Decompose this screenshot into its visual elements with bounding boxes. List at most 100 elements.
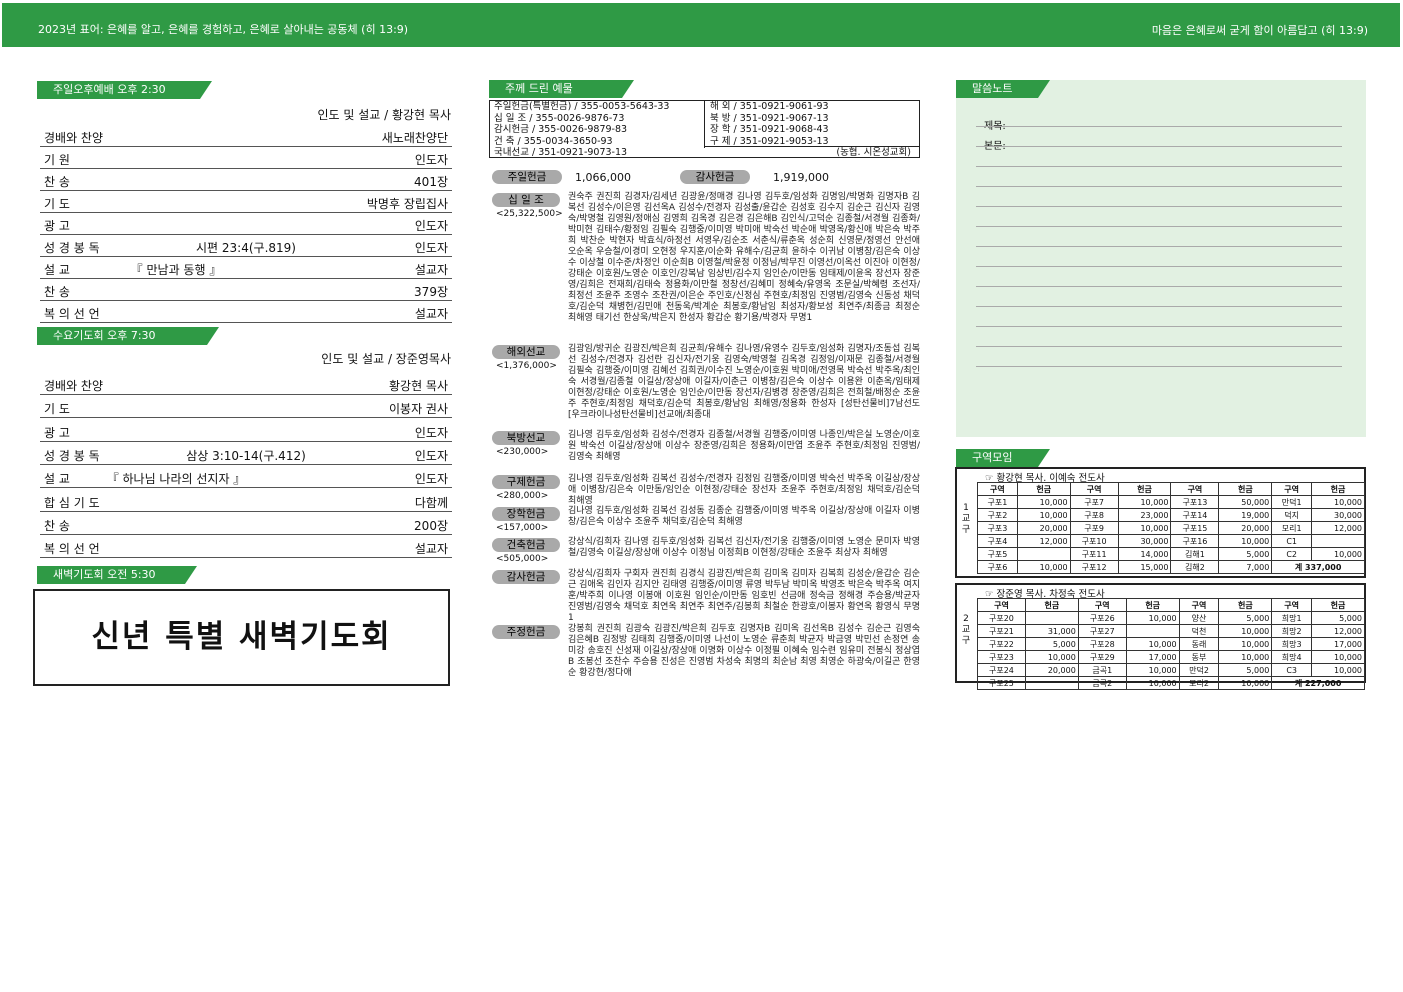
- table-row: 구포1 10,000 구포7 10,000 구포13 50,000 만덕1 10,000: [977, 495, 1365, 509]
- table-cell: 구포4: [977, 534, 1018, 548]
- table-cell: 덕천: [1178, 624, 1220, 638]
- account-line: 감시헌금 / 355-0026-9879-83: [494, 124, 628, 135]
- offering-names: 김나영 김두호/임성화 김복선 김성수/전경자 김정임 김행중/이미영 박숙선 …: [568, 474, 920, 506]
- table-cell: 만덕2: [1178, 663, 1220, 677]
- dawn-service-tag: 새벽기도회 오전 5:30: [37, 566, 197, 584]
- sunday-preacher: 인도 및 설교 / 황강현 목사: [317, 108, 451, 122]
- table-cell: 동부: [1178, 650, 1220, 664]
- table-header: 헌금: [1218, 482, 1273, 496]
- offering-names: 김광임/방귀순 김광진/박은희 김균희/유해수 김나영/유영수 김두호/임성화 …: [568, 344, 920, 420]
- account-line: 국내선교 / 351-0921-9073-13: [494, 147, 628, 158]
- note-line: [976, 186, 1342, 187]
- table-header: 구역: [1271, 598, 1313, 612]
- table-cell: 12,000: [1016, 534, 1071, 548]
- table-cell: 덕지: [1271, 508, 1313, 522]
- table-cell: 구포8: [1069, 508, 1119, 522]
- note-line: [976, 146, 1342, 147]
- table-cell: 10,000: [1016, 495, 1071, 509]
- notes-title-label: 제목:: [984, 121, 1006, 132]
- wednesday-service-tag: 수요기도회 오후 7:30: [37, 327, 219, 345]
- thanks-offering-amount: 1,919,000: [773, 171, 829, 184]
- table-cell: 10,000: [1311, 547, 1365, 561]
- thanks-offering-label: 감사헌금: [680, 170, 750, 184]
- table-cell: 만덕1: [1271, 495, 1313, 509]
- offering-label: 건축헌금: [492, 538, 560, 552]
- order-leader: 200장: [414, 518, 448, 533]
- offering-subtotal: <280,000>: [496, 491, 549, 501]
- table-cell: [1125, 624, 1180, 638]
- table-cell: 5,000: [1311, 611, 1365, 625]
- table-cell: 7,000: [1218, 560, 1273, 574]
- table-cell: 17,000: [1125, 650, 1180, 664]
- notes-tag: 말씀노트: [956, 80, 1050, 98]
- table-cell: 희망1: [1271, 611, 1313, 625]
- table-cell: 구포1: [977, 495, 1018, 509]
- order-detail: 『 하나님 나라의 선지자 』: [106, 472, 246, 487]
- sunday-offering-amount: 1,066,000: [575, 171, 631, 184]
- table-cell: 김해1: [1170, 547, 1220, 561]
- order-leader: 379장: [414, 285, 448, 299]
- table-header: 헌금: [1311, 598, 1365, 612]
- order-row: 설 교 『 만남과 동행 』 설교자: [40, 257, 452, 279]
- group1-table: 구역 헌금 구역 헌금 구역 헌금 구역 헌금 구포1 10,000 구포7 10,000 구포13 50…: [977, 482, 1365, 574]
- table-cell: 금곡1: [1077, 663, 1127, 677]
- table-header: 구역: [1178, 598, 1220, 612]
- note-line: [976, 166, 1342, 167]
- table-row: 구포4 12,000 구포10 30,000 구포16 10,000 C1: [977, 534, 1365, 548]
- table-cell: 5,000: [1218, 663, 1273, 677]
- order-row: 복 의 선 언 설교자: [40, 536, 452, 559]
- table-cell: 양산: [1178, 611, 1220, 625]
- table-cell: 희망2: [1271, 624, 1313, 638]
- order-leader: 인도자: [414, 241, 448, 255]
- order-row: 경배와 찬양 황강현 목사: [40, 373, 452, 395]
- table-cell: 5,000: [1218, 611, 1273, 625]
- table-cell: 구포20: [977, 611, 1026, 625]
- order-leader: 황강현 목사: [388, 379, 448, 393]
- table-cell: 20,000: [1016, 521, 1071, 535]
- motto: 2023년 표어: 은혜를 알고, 은혜를 경험하고, 은혜로 살아내는 공동체…: [38, 23, 409, 36]
- table-header: 헌금: [1311, 482, 1365, 496]
- offering-label: 십 일 조: [492, 193, 560, 207]
- table-cell: 5,000: [1218, 547, 1273, 561]
- offering-names: 강상식/김희자 김나영 김두호/임성화 김복선 김신자/전기웅 김행중/이미영 …: [568, 537, 920, 558]
- order-item: 기 도: [44, 197, 70, 211]
- table-cell: [1024, 611, 1079, 625]
- table-header: 헌금: [1218, 598, 1273, 612]
- offering-names: 김나영 김두호/임성화 김성수/전경자 김종철/서경월 김행중/이미영 나종인/…: [568, 430, 920, 462]
- order-item: 경배와 찬양: [44, 379, 104, 393]
- table-cell: 12,000: [1311, 521, 1365, 535]
- offering-subtotal: <230,000>: [496, 447, 549, 457]
- table-row: 구포21 31,000 구포27 덕천 10,000 희망2 12,000: [977, 624, 1365, 638]
- account-line: 북 방 / 351-0921-9067-13: [710, 112, 829, 124]
- table-cell: [1311, 534, 1365, 548]
- table-row: 구포22 5,000 구포28 10,000 동래 10,000 희망3 17,000: [977, 637, 1365, 651]
- bank-name: (농협. 시온성교회): [704, 146, 919, 158]
- table-cell: 구포3: [977, 521, 1018, 535]
- table-row: 구포2 10,000 구포8 23,000 구포14 19,000 덕지 30,000: [977, 508, 1365, 522]
- table-cell: 구포25: [977, 676, 1026, 690]
- order-row: 성 경 봉 독 삼상 3:10-14(구.412) 인도자: [40, 443, 452, 465]
- table-cell: 10,000: [1016, 560, 1071, 574]
- table-cell: 금곡2: [1077, 676, 1127, 690]
- table-header: 구역: [977, 598, 1026, 612]
- table-header: 구역: [1170, 482, 1220, 496]
- verse: 마음은 은혜로써 굳게 함이 아름답고 (히 13:9): [1151, 24, 1368, 37]
- table-cell: 14,000: [1117, 547, 1172, 561]
- table-cell: C2: [1271, 547, 1313, 561]
- table-cell: 10,000: [1117, 521, 1172, 535]
- table-row: 구포5 구포11 14,000 김해1 5,000 C2 10,000: [977, 547, 1365, 561]
- dawn-title-box: 신년 특별 새벽기도회: [33, 589, 450, 686]
- table-cell: 10,000: [1218, 637, 1273, 651]
- order-row: 성 경 봉 독 시편 23:4(구.819) 인도자: [40, 235, 452, 257]
- table-cell: 30,000: [1117, 534, 1172, 548]
- order-item: 합 심 기 도: [44, 495, 100, 510]
- account-line: 주일헌금(특별헌금) / 355-0053-5643-33: [494, 101, 670, 112]
- offering-names: 권숙주 권진희 김경자/김세년 김광윤/정매경 김나영 김두호/임성화 김명임/…: [568, 192, 920, 323]
- order-item: 찬 송: [44, 175, 70, 189]
- order-leader: 설교자: [414, 307, 448, 321]
- table-cell: 김해2: [1170, 560, 1220, 574]
- table-header: 헌금: [1024, 598, 1079, 612]
- table-cell: 구포10: [1069, 534, 1119, 548]
- table-cell: 31,000: [1024, 624, 1079, 638]
- table-cell: 5,000: [1024, 637, 1079, 651]
